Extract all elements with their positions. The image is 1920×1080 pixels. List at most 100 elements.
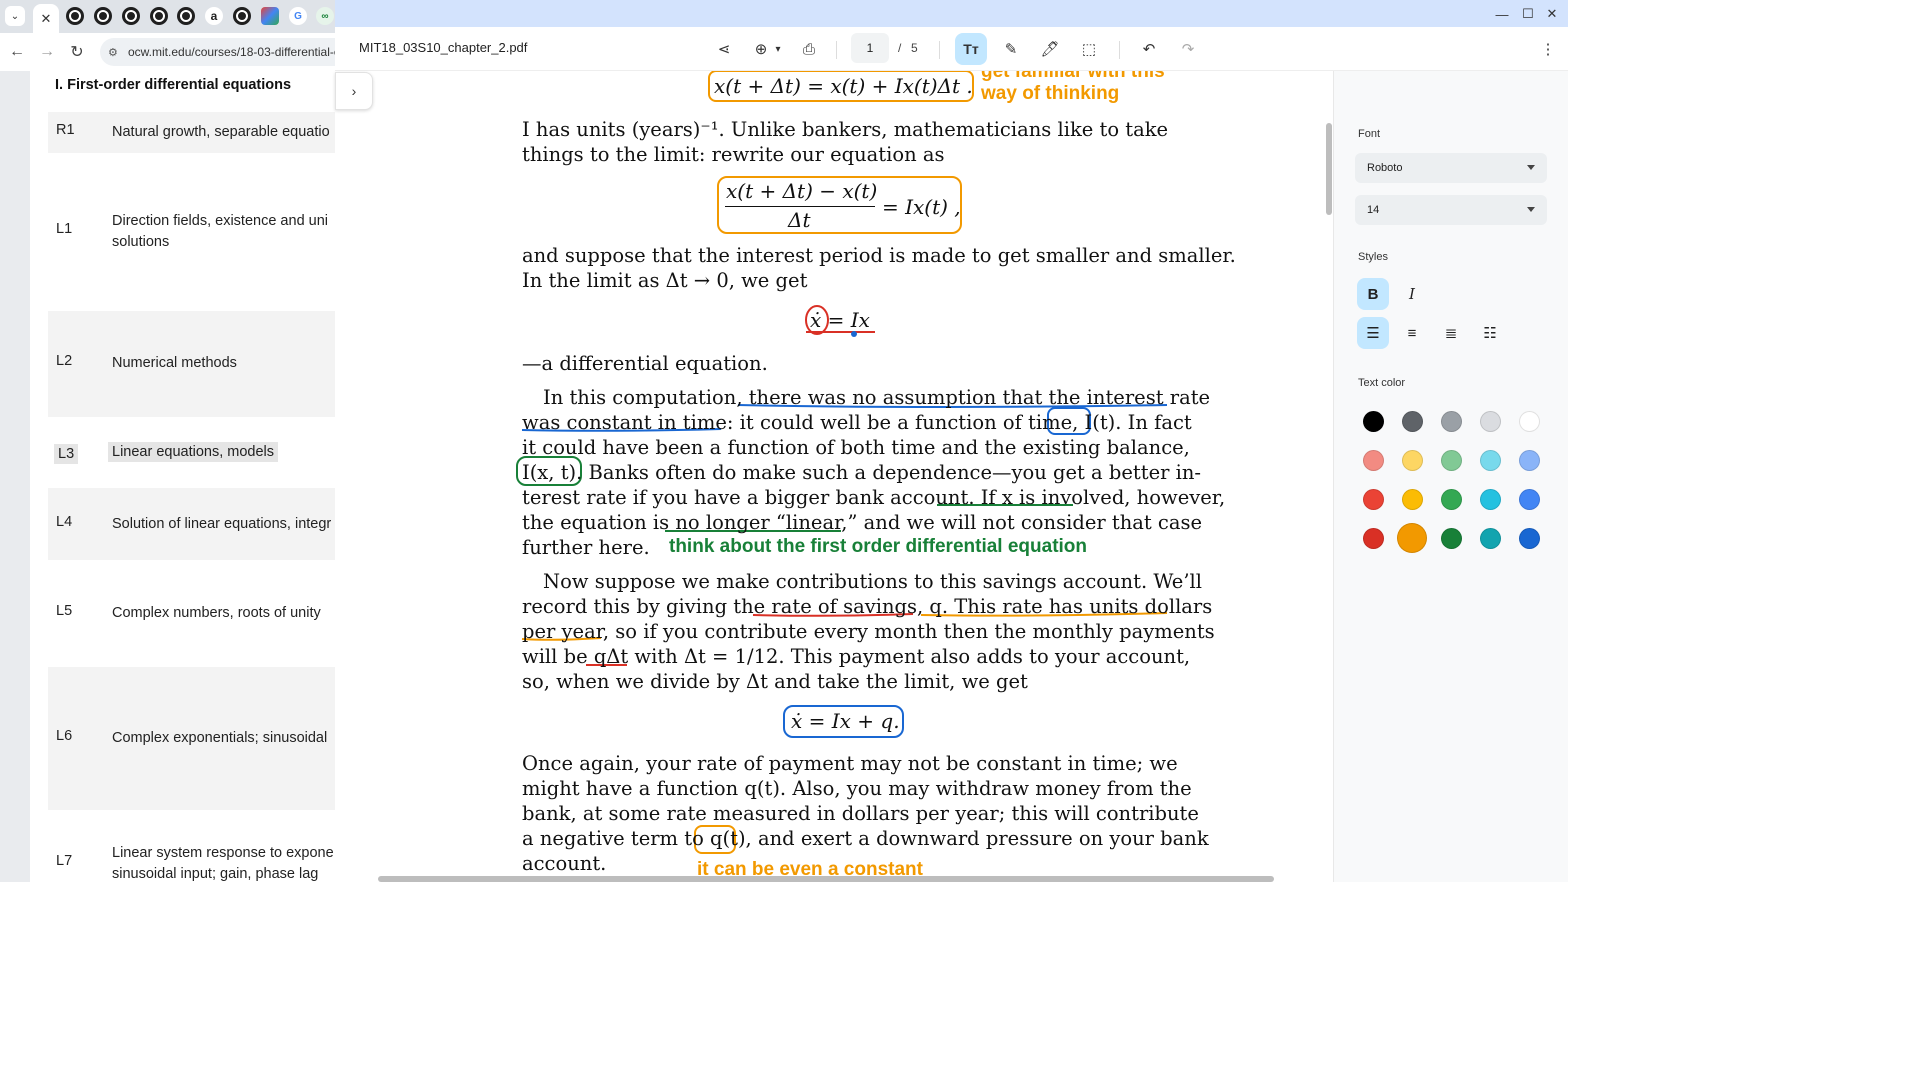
maximize-icon[interactable]: ☐ bbox=[1518, 4, 1538, 24]
page-number-input[interactable]: 1 bbox=[851, 33, 889, 63]
address-bar[interactable]: ⚙ ocw.mit.edu/courses/18-03-differential… bbox=[100, 38, 360, 66]
select-area-icon[interactable]: ⬚ bbox=[1076, 37, 1102, 61]
color-swatch[interactable] bbox=[1401, 488, 1423, 510]
tab-search-button[interactable]: ⌄ bbox=[5, 6, 25, 26]
sidebar-toggle-button[interactable]: › bbox=[335, 72, 373, 110]
color-swatch[interactable] bbox=[1518, 488, 1540, 510]
google-icon[interactable]: G bbox=[289, 7, 307, 25]
page-total: 5 bbox=[911, 41, 918, 55]
redo-icon[interactable]: ↷ bbox=[1175, 37, 1201, 61]
italic-button[interactable]: I bbox=[1396, 278, 1428, 310]
reload-icon[interactable]: ↻ bbox=[66, 41, 88, 63]
document-canvas[interactable]: x(t + Δt) = x(t) + Ix(t)Δt . get familia… bbox=[335, 71, 1333, 882]
color-swatch[interactable] bbox=[1479, 488, 1501, 510]
mit-icon[interactable] bbox=[94, 7, 112, 25]
active-tab[interactable]: ✕ bbox=[33, 4, 59, 33]
doc-line: things to the limit: rewrite our equatio… bbox=[522, 143, 945, 166]
draw-icon[interactable]: ✎ bbox=[998, 37, 1024, 61]
window-title-bar: — ☐ ✕ bbox=[335, 0, 1568, 27]
pdf-toolbar: MIT18_03S10_chapter_2.pdf ⋖ ⊕ ▾ ⎙ 1 / 5 … bbox=[335, 27, 1568, 71]
align-center-button[interactable]: ≡ bbox=[1396, 317, 1428, 349]
back-arrow-icon[interactable]: ← bbox=[6, 41, 28, 63]
font-value: Roboto bbox=[1367, 162, 1403, 174]
print-icon[interactable]: ⎙ bbox=[796, 37, 822, 61]
color-swatch[interactable] bbox=[1362, 527, 1384, 549]
session-code: L3 bbox=[54, 444, 79, 464]
url-text: ocw.mit.edu/courses/18-03-differential-e bbox=[128, 45, 341, 59]
close-icon[interactable]: ✕ bbox=[1542, 4, 1562, 24]
mit-icon[interactable] bbox=[233, 7, 251, 25]
color-swatch[interactable] bbox=[1401, 449, 1423, 471]
toolbar-divider bbox=[836, 41, 837, 59]
app-icon[interactable] bbox=[261, 7, 279, 25]
chevron-down-icon[interactable]: ▾ bbox=[771, 37, 785, 61]
session-code: L4 bbox=[56, 514, 73, 530]
session-title[interactable]: Complex exponentials; sinusoidal bbox=[112, 728, 340, 749]
mit-icon[interactable] bbox=[177, 7, 195, 25]
table-row: R1 Natural growth, separable equatio bbox=[48, 112, 340, 153]
bold-button[interactable]: B bbox=[1357, 278, 1389, 310]
session-title[interactable]: Numerical methods bbox=[112, 353, 340, 374]
color-swatch[interactable] bbox=[1440, 410, 1462, 432]
mit-icon[interactable] bbox=[66, 7, 84, 25]
align-right-icon: ≣ bbox=[1444, 325, 1458, 342]
pdf-viewer-window: — ☐ ✕ MIT18_03S10_chapter_2.pdf ⋖ ⊕ ▾ ⎙ … bbox=[335, 0, 1568, 882]
vertical-scrollbar[interactable] bbox=[1326, 123, 1332, 215]
color-swatch[interactable] bbox=[1518, 410, 1540, 432]
minimize-icon[interactable]: — bbox=[1492, 4, 1512, 24]
align-left-icon: ☰ bbox=[1366, 325, 1380, 342]
amazon-icon[interactable]: a bbox=[205, 7, 223, 25]
color-swatch[interactable] bbox=[1362, 410, 1384, 432]
close-icon[interactable]: ✕ bbox=[41, 11, 52, 27]
color-swatch[interactable] bbox=[1518, 527, 1540, 549]
mit-icon[interactable] bbox=[150, 7, 168, 25]
color-swatch[interactable] bbox=[1440, 527, 1462, 549]
font-label: Font bbox=[1358, 128, 1381, 140]
session-code: L2 bbox=[56, 353, 73, 369]
horizontal-scrollbar[interactable] bbox=[378, 876, 1274, 882]
font-select[interactable]: Roboto bbox=[1355, 153, 1547, 183]
color-swatch[interactable] bbox=[1401, 410, 1423, 432]
color-swatch[interactable] bbox=[1479, 410, 1501, 432]
more-menu-icon[interactable]: ⋮ bbox=[1535, 37, 1561, 61]
color-swatch[interactable] bbox=[1479, 527, 1501, 549]
justify-button[interactable]: ☷ bbox=[1474, 317, 1506, 349]
mit-icon[interactable] bbox=[122, 7, 140, 25]
page-separator: / bbox=[898, 41, 902, 55]
link-icon[interactable]: ∞ bbox=[316, 7, 334, 25]
color-swatch[interactable] bbox=[1362, 449, 1384, 471]
color-swatch[interactable] bbox=[1518, 449, 1540, 471]
course-page: I. First-order differential equations R1… bbox=[0, 71, 340, 882]
font-size-select[interactable]: 14 bbox=[1355, 195, 1547, 225]
color-swatch[interactable] bbox=[1362, 488, 1384, 510]
color-swatch[interactable] bbox=[1479, 449, 1501, 471]
session-title[interactable]: Linear system response to expone sinusoi… bbox=[112, 843, 340, 882]
color-swatch[interactable] bbox=[1440, 488, 1462, 510]
equation-numerator: x(t + Δt) − x(t) bbox=[726, 179, 878, 203]
color-swatch[interactable] bbox=[1440, 449, 1462, 471]
session-title[interactable]: Direction fields, existence and uni solu… bbox=[112, 211, 340, 253]
undo-icon[interactable]: ↶ bbox=[1136, 37, 1162, 61]
forward-arrow-icon[interactable]: → bbox=[36, 41, 58, 63]
session-title[interactable]: Linear equations, models bbox=[108, 442, 340, 463]
session-code: L5 bbox=[56, 603, 73, 619]
session-title[interactable]: Complex numbers, roots of unity bbox=[112, 603, 340, 624]
handwritten-note: get familiar with this bbox=[981, 71, 1165, 82]
session-title[interactable]: Natural growth, separable equatio bbox=[112, 122, 340, 143]
text-tool-icon[interactable]: Tт bbox=[955, 33, 987, 65]
equation-line: x(t + Δt) = x(t) + Ix(t)Δt . bbox=[714, 74, 973, 98]
doc-line: will be qΔt with Δt = 1/12. This payment… bbox=[522, 645, 1191, 668]
doc-line: per year, so if you contribute every mon… bbox=[522, 620, 1215, 643]
doc-line: record this by giving the rate of saving… bbox=[522, 595, 1213, 618]
site-info-icon[interactable]: ⚙ bbox=[108, 46, 120, 59]
share-icon[interactable]: ⋖ bbox=[711, 37, 737, 61]
doc-line: I has units (years)⁻¹. Unlike bankers, m… bbox=[522, 118, 1169, 141]
color-swatch[interactable] bbox=[1397, 523, 1427, 553]
highlighter-icon[interactable]: 🖊 bbox=[1037, 37, 1063, 61]
align-right-button[interactable]: ≣ bbox=[1435, 317, 1467, 349]
doc-line: In this computation, there was no assump… bbox=[543, 386, 1211, 409]
align-left-button[interactable]: ☰ bbox=[1357, 317, 1389, 349]
session-title[interactable]: Solution of linear equations, integr bbox=[112, 514, 340, 535]
doc-line: and suppose that the interest period is … bbox=[522, 244, 1236, 267]
handwritten-note: think about the first order differential… bbox=[669, 536, 1088, 557]
